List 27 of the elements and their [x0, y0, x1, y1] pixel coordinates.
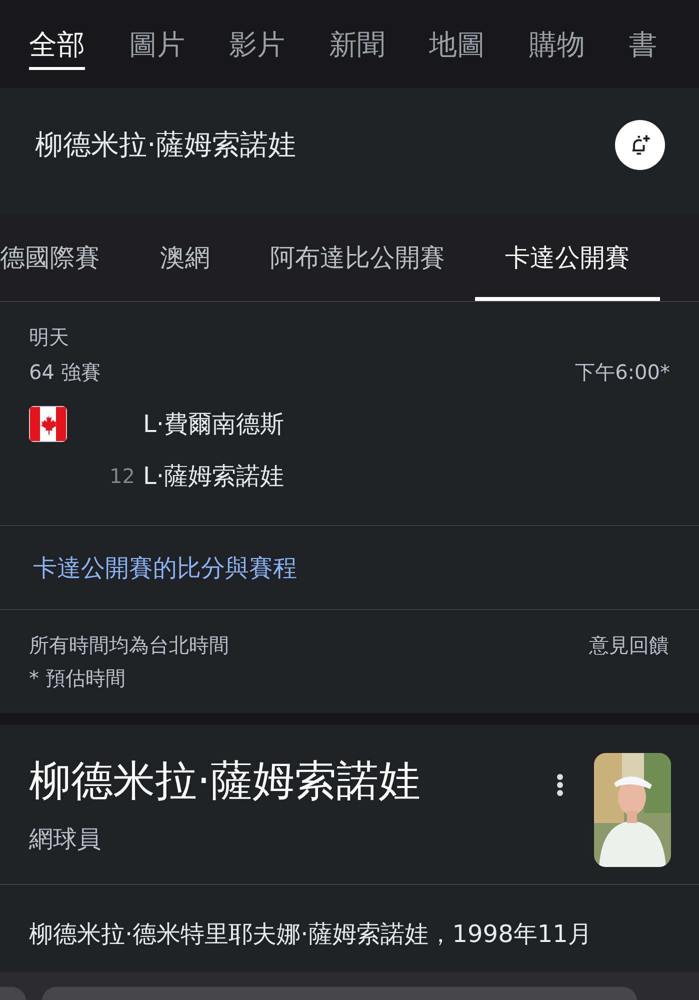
player-seed: 12	[108, 464, 136, 488]
timezone-note: 所有時間均為台北時間	[29, 632, 229, 659]
player-name: L·費爾南德斯	[143, 409, 284, 440]
tournament-tab[interactable]: 卡達公開賽	[475, 215, 660, 301]
tournament-tab[interactable]: 阿布達比公開賽	[240, 215, 475, 301]
tournament-tab[interactable]: 德國際賽	[0, 215, 130, 301]
entity-name: 柳德米拉·薩姆索諾娃	[29, 755, 420, 807]
query-title: 柳德米拉·薩姆索諾娃	[35, 126, 296, 162]
schedule-link[interactable]: 卡達公開賽的比分與賽程	[33, 552, 297, 584]
search-tab[interactable]: 購物	[529, 0, 585, 62]
search-tab[interactable]: 地圖	[429, 0, 485, 62]
match-time: 下午6:00*	[575, 359, 670, 386]
more-vertical-icon	[556, 773, 564, 797]
entity-subtitle: 網球員	[29, 824, 101, 855]
match-round: 64 強賽	[29, 359, 101, 386]
description-paragraph: 柳德米拉·德米特里耶夫娜·薩姆索諾娃，1998年11月	[28, 919, 593, 950]
search-tab[interactable]: 書	[629, 0, 657, 62]
player-name: L·薩姆索諾娃	[143, 461, 284, 492]
search-tab[interactable]: 新聞	[329, 0, 385, 62]
feedback-link[interactable]: 意見回饋	[589, 632, 669, 659]
search-tab[interactable]: 影片	[229, 0, 285, 62]
estimate-note: * 預估時間	[29, 665, 126, 692]
notification-bell-button[interactable]	[615, 120, 665, 170]
search-tab[interactable]: 圖片	[129, 0, 185, 62]
tournament-tab[interactable]: 澳網	[130, 215, 240, 301]
search-tab[interactable]: 全部	[29, 0, 85, 70]
match-day: 明天	[29, 324, 69, 351]
